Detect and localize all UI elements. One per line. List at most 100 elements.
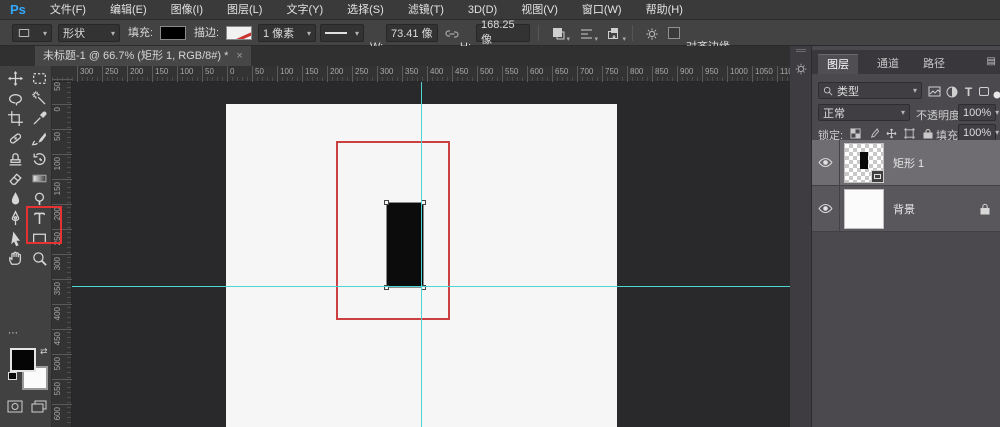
tool-eyedropper[interactable] <box>28 108 50 128</box>
shape-mode-select[interactable]: 形状 ▾ <box>58 24 120 42</box>
tool-preset-button[interactable]: ▾ <box>12 24 52 42</box>
layer-thumbnail[interactable] <box>844 189 884 229</box>
menu-item-5[interactable]: 选择(S) <box>335 4 396 16</box>
black-shape-rectangle[interactable] <box>387 203 423 287</box>
fill-label: 填充: <box>128 20 153 46</box>
lock-all-icon[interactable] <box>920 126 935 141</box>
tool-gradient[interactable] <box>28 168 50 188</box>
layer-row-background[interactable]: 背景 <box>812 186 1000 232</box>
horizontal-guide[interactable] <box>72 286 790 287</box>
path-arrangement-button[interactable]: ▾ <box>602 25 626 42</box>
stroke-style-select[interactable]: ▾ <box>320 24 364 42</box>
document-viewport[interactable] <box>72 82 790 427</box>
hand-icon <box>7 250 24 267</box>
tool-crop[interactable] <box>4 108 26 128</box>
opacity-input[interactable]: 100% ▾ <box>958 104 996 121</box>
gear-icon[interactable] <box>640 25 664 42</box>
tool-marquee[interactable] <box>28 68 50 88</box>
lock-pixels-icon[interactable] <box>866 126 881 141</box>
document-tab[interactable]: 未标题-1 @ 66.7% (矩形 1, RGB/8#) * × <box>35 46 251 66</box>
h-ruler-tick: 100 <box>277 66 293 82</box>
tool-zoom[interactable] <box>28 248 50 268</box>
stroke-width-select[interactable]: 1 像素 ▾ <box>258 24 316 42</box>
stroke-swatch[interactable] <box>226 26 252 40</box>
vertical-guide[interactable] <box>421 82 422 427</box>
menu-item-7[interactable]: 3D(D) <box>456 4 509 16</box>
menu-item-10[interactable]: 帮助(H) <box>634 4 695 16</box>
panel-menu-icon[interactable]: ▤ <box>987 59 996 64</box>
default-colors-icon[interactable] <box>8 372 17 380</box>
blend-mode-select[interactable]: 正常 ▾ <box>818 104 910 121</box>
path-operations-button[interactable]: ▾ <box>546 25 570 42</box>
h-ruler-tick: 200 <box>127 66 143 82</box>
layer-name[interactable]: 矩形 1 <box>893 155 924 171</box>
anchor-handle[interactable] <box>384 200 389 205</box>
lock-transparency-icon[interactable] <box>848 126 863 141</box>
tool-eraser[interactable] <box>4 168 26 188</box>
stroke-label: 描边: <box>194 20 219 46</box>
lock-artboard-icon[interactable] <box>902 126 917 141</box>
tab-layers[interactable]: 图层 <box>818 54 858 74</box>
tool-history-brush[interactable] <box>28 148 50 168</box>
menu-item-9[interactable]: 窗口(W) <box>570 4 634 16</box>
divider <box>538 25 539 41</box>
menu-item-0[interactable]: 文件(F) <box>38 4 98 16</box>
shape-layer-badge-icon <box>871 170 884 183</box>
close-icon[interactable]: × <box>236 46 242 66</box>
menu-item-3[interactable]: 图层(L) <box>215 4 274 16</box>
menu-item-6[interactable]: 滤镜(T) <box>396 4 456 16</box>
menu-item-1[interactable]: 编辑(E) <box>98 4 159 16</box>
layer-name[interactable]: 背景 <box>893 201 915 217</box>
horizontal-ruler[interactable]: 3002502001501005005010015020025030035040… <box>52 66 790 82</box>
tool-healing[interactable] <box>4 128 26 148</box>
tab-paths[interactable]: 路径 <box>914 54 954 74</box>
filter-type-value: 类型 <box>837 83 859 99</box>
fill-opacity-input[interactable]: 100% ▾ <box>958 124 996 141</box>
vertical-ruler[interactable]: 50050100150200250300350400450500550600 <box>52 82 72 427</box>
screen-mode-button[interactable] <box>28 396 50 416</box>
menu-item-8[interactable]: 视图(V) <box>509 4 570 16</box>
v-ruler-tick: 350 <box>52 279 72 280</box>
tool-lasso[interactable] <box>4 88 26 108</box>
h-ruler-tick: 650 <box>552 66 568 82</box>
lock-position-icon[interactable] <box>884 126 899 141</box>
tool-pen[interactable] <box>4 208 26 228</box>
tab-channels[interactable]: 通道 <box>868 54 908 74</box>
tool-magic-wand[interactable] <box>28 88 50 108</box>
menu-item-2[interactable]: 图像(I) <box>159 4 215 16</box>
menu-item-4[interactable]: 文字(Y) <box>274 4 335 16</box>
filter-toggle-dot[interactable] <box>988 86 1000 103</box>
layer-row-rectangle-1[interactable]: 矩形 1 <box>812 140 1000 186</box>
tool-path-select[interactable] <box>4 228 26 248</box>
align-edges-checkbox[interactable] <box>668 27 680 39</box>
v-ruler-tick: 300 <box>52 254 72 255</box>
filter-adjustment-layers-icon[interactable] <box>943 83 960 100</box>
quick-mask-button[interactable] <box>4 396 26 416</box>
layer-thumbnail[interactable] <box>844 143 884 183</box>
eye-icon <box>818 157 833 168</box>
tool-hand[interactable] <box>4 248 26 268</box>
h-ruler-tick: 1000 <box>727 66 748 82</box>
fill-swatch[interactable] <box>160 26 186 40</box>
tool-brush[interactable] <box>28 128 50 148</box>
path-alignment-button[interactable]: ▾ <box>574 25 598 42</box>
visibility-cell[interactable] <box>812 186 840 232</box>
swap-colors-icon[interactable]: ⇄ <box>40 346 48 357</box>
width-input[interactable]: 73.41 像 <box>386 24 438 42</box>
v-ruler-tick: 0 <box>52 104 72 105</box>
filter-pixel-layers-icon[interactable] <box>926 83 943 100</box>
gear-panel-icon[interactable] <box>792 60 810 78</box>
tool-move[interactable] <box>4 68 26 88</box>
fill-opacity-value: 100% <box>963 127 991 139</box>
height-input[interactable]: 168.25 像 <box>476 24 530 42</box>
foreground-color-swatch[interactable] <box>10 348 36 372</box>
dock-grip[interactable] <box>796 49 806 52</box>
visibility-cell[interactable] <box>812 140 840 186</box>
tool-clone-stamp[interactable] <box>4 148 26 168</box>
tool-blur[interactable] <box>4 188 26 208</box>
toolbar-overflow-dots[interactable]: ⋯ <box>8 328 20 339</box>
v-ruler-tick: 550 <box>52 379 72 380</box>
layer-filter-select[interactable]: 类型 ▾ <box>818 82 922 99</box>
tool-dodge[interactable] <box>28 188 50 208</box>
pen-icon <box>7 210 24 227</box>
